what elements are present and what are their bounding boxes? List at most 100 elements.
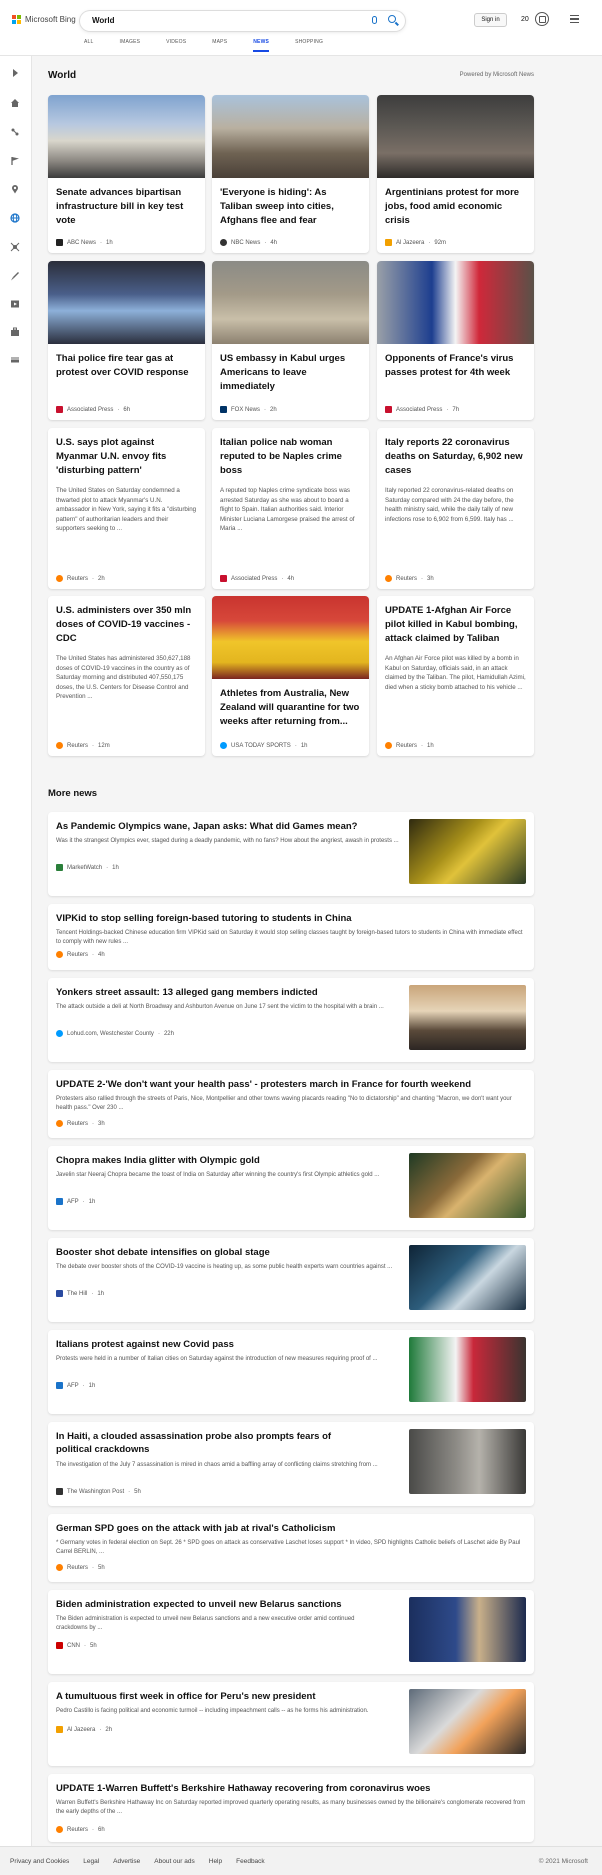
microphone-icon[interactable]: [372, 16, 377, 24]
money-icon[interactable]: [10, 355, 20, 365]
tab-shopping[interactable]: SHOPPING: [295, 39, 323, 52]
news-card[interactable]: 'Everyone is hiding': As Taliban sweep i…: [212, 95, 369, 253]
footer-link-legal[interactable]: Legal: [83, 1858, 99, 1865]
list-item-title[interactable]: A tumultuous first week in office for Pe…: [56, 1690, 401, 1703]
list-item-snippet: Was it the strangest Olympics ever, stag…: [56, 838, 399, 844]
news-card-title[interactable]: Italy reports 22 coronavirus deaths on S…: [377, 428, 534, 478]
news-card-title[interactable]: 'Everyone is hiding': As Taliban sweep i…: [212, 178, 369, 228]
source-name: The Hill: [67, 1290, 88, 1297]
list-item-title[interactable]: UPDATE 1-Warren Buffett's Berkshire Hath…: [56, 1782, 526, 1795]
list-item[interactable]: UPDATE 2-'We don't want your health pass…: [48, 1070, 534, 1138]
technology-icon[interactable]: [10, 242, 20, 252]
list-item-title[interactable]: Italians protest against new Covid pass: [56, 1338, 401, 1351]
news-card-title[interactable]: UPDATE 1-Afghan Air Force pilot killed i…: [377, 596, 534, 646]
science-icon[interactable]: [10, 271, 20, 281]
footer-link-advertise[interactable]: Advertise: [113, 1858, 140, 1865]
news-card-source: USA TODAY SPORTS · 1h: [220, 742, 308, 749]
footer-link-help[interactable]: Help: [209, 1858, 222, 1865]
list-item[interactable]: As Pandemic Olympics wane, Japan asks: W…: [48, 812, 534, 896]
list-item-title[interactable]: UPDATE 2-'We don't want your health pass…: [56, 1078, 526, 1091]
location-icon[interactable]: [10, 184, 20, 194]
list-item-source: CNN · 5h: [56, 1642, 97, 1649]
reuters-logo-icon: [385, 742, 392, 749]
tab-images[interactable]: IMAGES: [120, 39, 141, 52]
list-item[interactable]: Chopra makes India glitter with Olympic …: [48, 1146, 534, 1230]
list-item-title[interactable]: Biden administration expected to unveil …: [56, 1598, 401, 1611]
lohud-logo-icon: [56, 1030, 63, 1037]
news-card-title[interactable]: Athletes from Australia, New Zealand wil…: [212, 679, 369, 729]
news-card-snippet: Italy reported 22 coronavirus-related de…: [385, 487, 514, 523]
tab-news[interactable]: NEWS: [253, 39, 270, 52]
list-item[interactable]: Biden administration expected to unveil …: [48, 1590, 534, 1674]
globe-icon[interactable]: [10, 213, 20, 223]
list-item[interactable]: A tumultuous first week in office for Pe…: [48, 1682, 534, 1766]
list-item[interactable]: In Haiti, a clouded assassination probe …: [48, 1422, 534, 1506]
news-card-title[interactable]: US embassy in Kabul urges Americans to l…: [212, 344, 369, 394]
list-item-title[interactable]: In Haiti, a clouded assassination probe …: [56, 1430, 366, 1456]
list-item-title[interactable]: VIPKid to stop selling foreign-based tut…: [56, 912, 526, 925]
search-icon[interactable]: [388, 15, 396, 23]
list-item-title[interactable]: Chopra makes India glitter with Olympic …: [56, 1154, 401, 1167]
rewards-trophy-icon[interactable]: [535, 12, 549, 26]
list-item[interactable]: VIPKid to stop selling foreign-based tut…: [48, 904, 534, 970]
news-card-title[interactable]: U.S. says plot against Myanmar U.N. envo…: [48, 428, 205, 478]
tab-videos[interactable]: VIDEOS: [166, 39, 186, 52]
list-item-snippet: The attack outside a deli at North Broad…: [56, 1004, 384, 1010]
list-item-title[interactable]: Yonkers street assault: 13 alleged gang …: [56, 986, 401, 999]
list-item[interactable]: Booster shot debate intensifies on globa…: [48, 1238, 534, 1322]
list-item-title[interactable]: As Pandemic Olympics wane, Japan asks: W…: [56, 820, 401, 833]
business-icon[interactable]: [10, 327, 20, 337]
news-card[interactable]: UPDATE 1-Afghan Air Force pilot killed i…: [377, 596, 534, 756]
news-card-title[interactable]: U.S. administers over 350 mln doses of C…: [48, 596, 205, 646]
news-card-title[interactable]: Argentinians protest for more jobs, food…: [377, 178, 534, 228]
news-card-title[interactable]: Opponents of France's virus passes prote…: [377, 344, 534, 380]
news-card[interactable]: Athletes from Australia, New Zealand wil…: [212, 596, 369, 756]
news-card[interactable]: U.S. says plot against Myanmar U.N. envo…: [48, 428, 205, 589]
news-card-title[interactable]: Thai police fire tear gas at protest ove…: [48, 344, 205, 380]
list-item[interactable]: UPDATE 1-Warren Buffett's Berkshire Hath…: [48, 1774, 534, 1842]
search-box[interactable]: World: [80, 11, 405, 31]
news-card[interactable]: US embassy in Kabul urges Americans to l…: [212, 261, 369, 420]
list-item-title[interactable]: German SPD goes on the attack with jab a…: [56, 1522, 526, 1535]
list-item-image: [409, 1429, 526, 1494]
hamburger-menu-icon[interactable]: [570, 15, 579, 23]
news-card-title[interactable]: Senate advances bipartisan infrastructur…: [48, 178, 205, 228]
list-item-source: The Hill · 1h: [56, 1290, 104, 1297]
news-card[interactable]: Italian police nab woman reputed to be N…: [212, 428, 369, 589]
news-card[interactable]: Thai police fire tear gas at protest ove…: [48, 261, 205, 420]
rewards-count[interactable]: 20: [521, 16, 529, 23]
expand-icon[interactable]: [10, 68, 20, 78]
tab-all[interactable]: ALL: [84, 39, 94, 52]
cnn-logo-icon: [56, 1642, 63, 1649]
list-item[interactable]: German SPD goes on the attack with jab a…: [48, 1514, 534, 1582]
footer-link-about-ads[interactable]: About our ads: [154, 1858, 194, 1865]
timestamp: 1h: [112, 864, 119, 871]
news-card[interactable]: Opponents of France's virus passes prote…: [377, 261, 534, 420]
discover-icon[interactable]: [10, 127, 20, 137]
news-card[interactable]: Senate advances bipartisan infrastructur…: [48, 95, 205, 253]
footer-link-feedback[interactable]: Feedback: [236, 1858, 265, 1865]
source-name: AFP: [67, 1198, 79, 1205]
list-item-title[interactable]: Booster shot debate intensifies on globa…: [56, 1246, 401, 1259]
powered-by[interactable]: Powered by Microsoft News: [460, 72, 534, 78]
tab-maps[interactable]: MAPS: [212, 39, 227, 52]
source-name: Reuters: [396, 742, 418, 749]
news-card[interactable]: U.S. administers over 350 mln doses of C…: [48, 596, 205, 756]
list-item[interactable]: Yonkers street assault: 13 alleged gang …: [48, 978, 534, 1062]
flag-icon[interactable]: [10, 156, 20, 166]
list-item[interactable]: Italians protest against new Covid pass …: [48, 1330, 534, 1414]
entertainment-icon[interactable]: [10, 299, 20, 309]
bing-logo[interactable]: Microsoft Bing: [12, 15, 76, 24]
source-name: Al Jazeera: [67, 1726, 96, 1733]
sign-in-button[interactable]: Sign in: [474, 13, 507, 27]
news-card[interactable]: Italy reports 22 coronavirus deaths on S…: [377, 428, 534, 589]
source-name: Reuters: [67, 575, 89, 582]
news-card-title[interactable]: Italian police nab woman reputed to be N…: [212, 428, 369, 478]
reuters-logo-icon: [385, 575, 392, 582]
footer-link-privacy[interactable]: Privacy and Cookies: [10, 1858, 69, 1865]
list-item-source: The Washington Post · 5h: [56, 1488, 141, 1495]
news-card[interactable]: Argentinians protest for more jobs, food…: [377, 95, 534, 253]
reuters-logo-icon: [56, 575, 63, 582]
search-input[interactable]: World: [92, 16, 115, 25]
home-icon[interactable]: [10, 98, 20, 108]
